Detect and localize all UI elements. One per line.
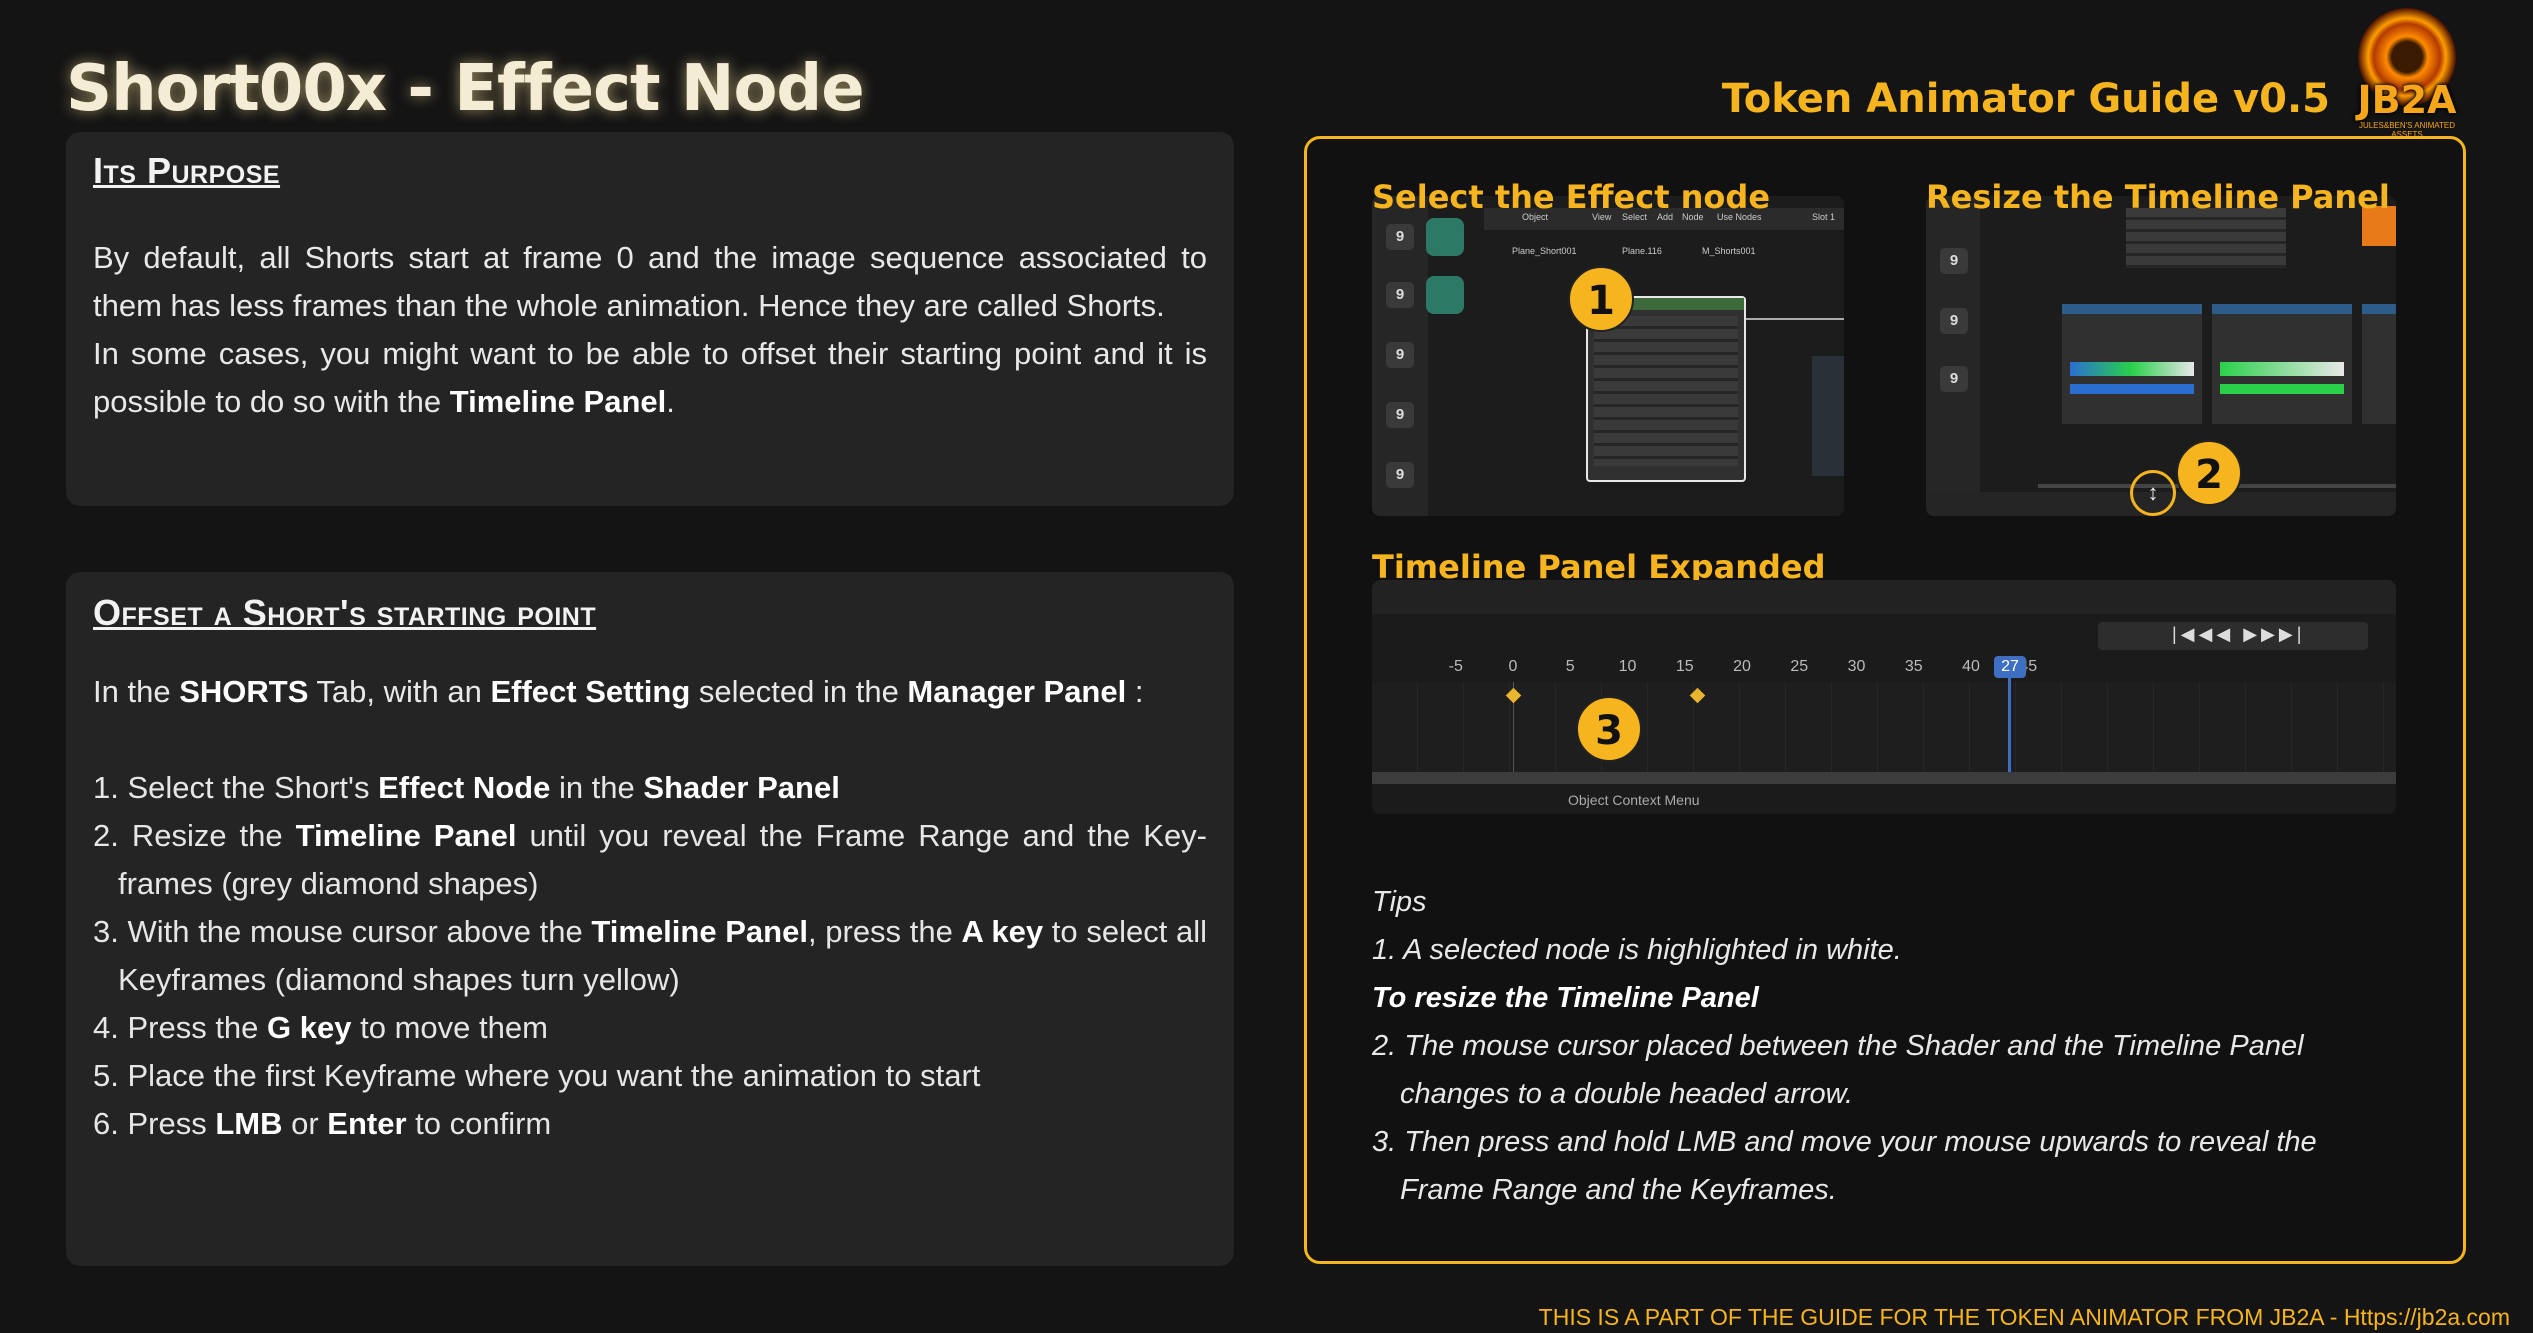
timeline-frame-label: 35 [1904,658,1923,675]
tip-1: 1. A selected node is highlighted in whi… [1372,934,1902,966]
offset-steps-list: 1. Select the Short's Effect Node in the… [93,764,1207,1148]
breadcrumb-object: Plane_Short001 [1512,246,1577,256]
tip-3: 3. Then press and hold LMB and move your… [1372,1126,2317,1206]
step-badge-1: 1 [1568,266,1634,332]
current-frame-indicator[interactable]: 27 [1994,656,2026,678]
timeline-status-text: Object Context Menu [1568,792,1700,808]
offset-card: Offset a Short's starting point In the S… [66,572,1234,1266]
purpose-paragraph-2: In some cases, you might want to be able… [93,336,1207,419]
offset-step-4: 4. Press the G key to move them [93,1010,548,1045]
purpose-card: Its Purpose By default, all Shorts start… [66,132,1234,506]
timeline-frame-label: 5 [1565,658,1575,675]
offset-step-6: 6. Press LMB or Enter to confirm [93,1106,552,1141]
timeline-frame-label: 25 [1790,658,1809,675]
offset-intro: In the SHORTS Tab, with an Effect Settin… [93,674,1144,709]
offset-heading: Offset a Short's starting point [93,592,597,633]
purpose-heading: Its Purpose [93,150,281,191]
tip-resize-heading: To resize the Timeline Panel [1372,982,1759,1014]
offset-step-3: 3. With the mouse cursor above the Timel… [93,914,1208,997]
jb2a-logo: JB2A JULES&BEN'S ANIMATED ASSETS [2348,8,2466,139]
label-resize-timeline: Resize the Timeline Panel [1926,178,2390,216]
logo-text: JB2A [2357,78,2457,122]
timeline-expanded-screenshot: |◀◀◀ ▶▶▶| -5 0 5 10 15 20 25 30 35 40 45 27 Object… [1372,580,2396,814]
timeline-frame-label: 15 [1675,658,1694,675]
timeline-frame-label: 20 [1733,658,1751,675]
offset-step-2: 2. Resize the Timeline Panel until you r… [93,818,1208,901]
playback-buttons-icon[interactable]: |◀◀◀ ▶▶▶| [2172,624,2305,645]
timeline-frame-label: 40 [1962,658,1980,675]
guide-title: Token Animator Guide v0.5 [1721,76,2330,122]
label-select-effect-node: Select the Effect node [1372,178,1771,216]
purpose-paragraph-1: By default, all Shorts start at frame 0 … [93,240,1207,323]
offset-step-5: 5. Place the first Keyframe where you wa… [93,1058,981,1093]
footer-text: THIS IS A PART OF THE GUIDE FOR THE TOKE… [1538,1304,2510,1330]
step-badge-2: 2 [2176,440,2242,506]
step-badge-3: 3 [1576,696,1642,762]
tip-2: 2. The mouse cursor placed between the S… [1372,1030,2304,1110]
breadcrumb-mesh: Plane.116 [1622,246,1662,256]
tips-section: Tips 1. A selected node is highlighted i… [1372,878,2396,1214]
breadcrumb-material: M_Shorts001 [1702,246,1756,256]
double-arrow-cursor-icon: ↕ [2130,470,2176,516]
shader-editor-screenshot: 9 9 9 9 9 Object View Select Add Node Us… [1372,196,1844,516]
timeline-frame-label: -5 [1448,658,1463,675]
timeline-frame-label: 30 [1847,658,1866,675]
offset-step-1: 1. Select the Short's Effect Node in the… [93,770,840,805]
menu-slot[interactable]: Slot 1 [1812,212,1835,222]
timeline-frame-label: 10 [1618,658,1637,675]
page-title: Short00x - Effect Node [66,52,865,126]
tips-heading: Tips [1372,886,1427,918]
resize-timeline-screenshot: 9 9 9 [1926,196,2396,516]
timeline-frame-label: 0 [1508,658,1518,675]
